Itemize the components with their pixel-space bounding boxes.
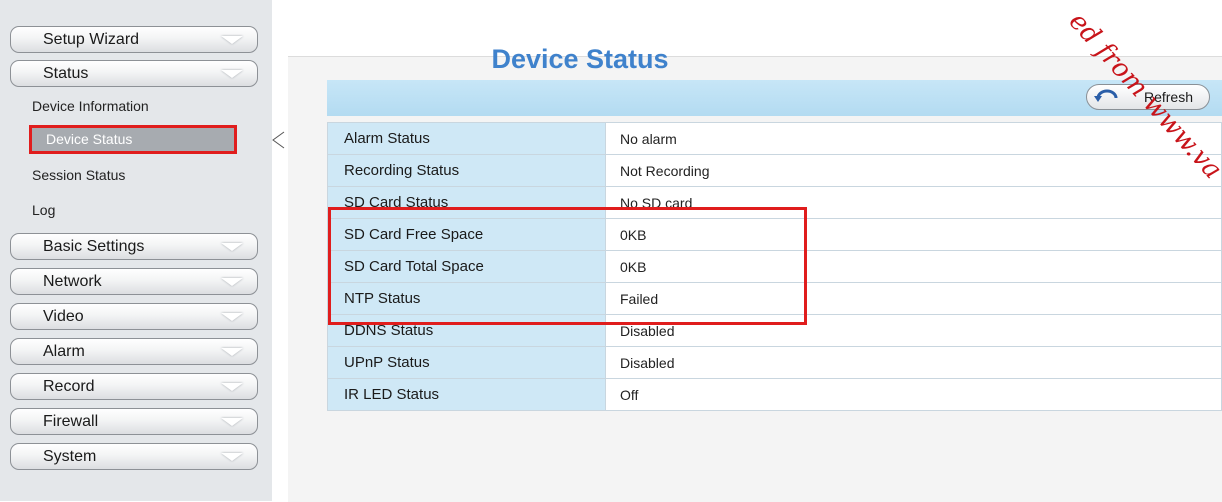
table-row: SD Card Status No SD card (327, 186, 1222, 219)
row-label: SD Card Status (327, 186, 606, 219)
row-value: 0KB (605, 218, 1222, 251)
page-title: Device Status (491, 44, 669, 74)
chevron-down-icon (221, 278, 243, 286)
table-row: UPnP Status Disabled (327, 346, 1222, 379)
chevron-down-icon (221, 313, 243, 321)
chevron-down-icon (221, 70, 243, 78)
row-label: DDNS Status (327, 314, 606, 347)
menu-label: Network (43, 273, 102, 290)
table-row: SD Card Total Space 0KB (327, 250, 1222, 283)
row-value: No alarm (605, 122, 1222, 155)
row-label: NTP Status (327, 282, 606, 315)
menu-system[interactable]: System (10, 443, 258, 470)
menu-record[interactable]: Record (10, 373, 258, 400)
submenu-device-status[interactable]: Device Status (29, 125, 237, 154)
menu-alarm[interactable]: Alarm (10, 338, 258, 365)
chevron-down-icon (221, 36, 243, 44)
submenu-label: Log (32, 202, 56, 218)
menu-basic-settings[interactable]: Basic Settings (10, 233, 258, 260)
menu-setup-wizard[interactable]: Setup Wizard (10, 26, 258, 53)
submenu-label: Device Information (32, 98, 149, 114)
submenu-label: Session Status (32, 167, 126, 183)
menu-label: Setup Wizard (43, 31, 140, 48)
row-label: Alarm Status (327, 122, 606, 155)
chevron-down-icon (221, 383, 243, 391)
table-row: SD Card Free Space 0KB (327, 218, 1222, 251)
submenu-session-status[interactable]: Session Status (32, 167, 125, 183)
menu-label: Firewall (43, 413, 99, 430)
menu-label: Status (43, 65, 89, 82)
sidebar: Setup Wizard Status Device Information D… (0, 0, 272, 501)
table-row: NTP Status Failed (327, 282, 1222, 315)
menu-label: Record (43, 378, 95, 395)
row-label: IR LED Status (327, 378, 606, 411)
chevron-down-icon (221, 418, 243, 426)
menu-firewall[interactable]: Firewall (10, 408, 258, 435)
table-row: DDNS Status Disabled (327, 314, 1222, 347)
table-row: Recording Status Not Recording (327, 154, 1222, 187)
chevron-down-icon (221, 453, 243, 461)
menu-network[interactable]: Network (10, 268, 258, 295)
refresh-label: Refresh (1143, 89, 1193, 105)
row-label: UPnP Status (327, 346, 606, 379)
menu-label: System (43, 448, 97, 465)
submenu-log[interactable]: Log (32, 202, 55, 218)
row-value: Not Recording (605, 154, 1222, 187)
active-pointer-icon (272, 131, 285, 149)
row-value: Disabled (605, 346, 1222, 379)
row-label: Recording Status (327, 154, 606, 187)
row-value: Failed (605, 282, 1222, 315)
row-label: SD Card Free Space (327, 218, 606, 251)
table-row: IR LED Status Off (327, 378, 1222, 411)
refresh-icon (1094, 89, 1118, 102)
menu-label: Alarm (43, 343, 85, 360)
submenu-label: Device Status (46, 131, 133, 147)
menu-status[interactable]: Status (10, 60, 258, 87)
menu-video[interactable]: Video (10, 303, 258, 330)
row-value: Disabled (605, 314, 1222, 347)
chevron-down-icon (221, 243, 243, 251)
table-row: Alarm Status No alarm (327, 122, 1222, 155)
chevron-down-icon (221, 348, 243, 356)
menu-label: Video (43, 308, 84, 325)
row-value: No SD card (605, 186, 1222, 219)
row-value: 0KB (605, 250, 1222, 283)
menu-label: Basic Settings (43, 238, 145, 255)
submenu-device-information[interactable]: Device Information (32, 98, 149, 114)
device-status-table: Alarm Status No alarm Recording Status N… (327, 122, 1222, 411)
row-value: Off (605, 378, 1222, 411)
row-label: SD Card Total Space (327, 250, 606, 283)
